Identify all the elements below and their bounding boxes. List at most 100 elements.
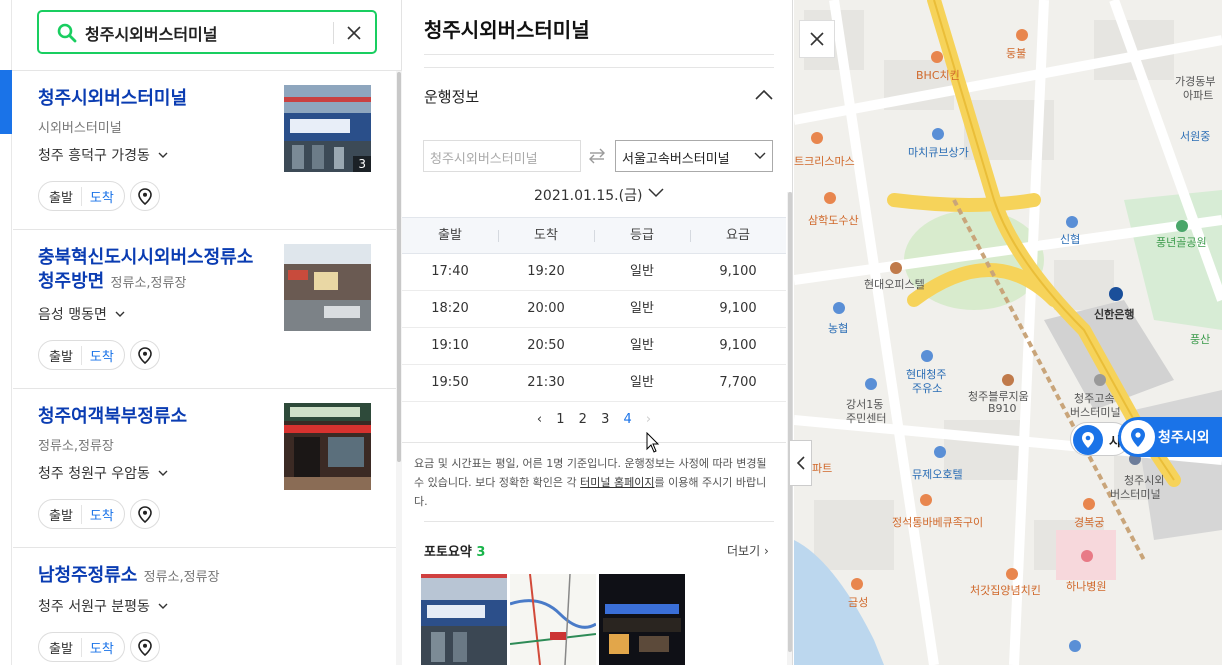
location-button[interactable] [130, 181, 160, 211]
map-label[interactable]: 마치큐브상가 [908, 144, 969, 160]
map-label[interactable]: 아파트 [1183, 87, 1213, 103]
search-box[interactable] [37, 10, 377, 54]
map-label[interactable]: 처갓집양념치킨 [970, 582, 1041, 598]
result-category: 정류소,정류장 [143, 570, 220, 585]
result-title[interactable]: 남청주정류소 정류소,정류장 [38, 564, 220, 590]
cell-grade: 일반 [630, 375, 654, 390]
map-label[interactable]: 서원중 [1180, 128, 1210, 144]
map-label[interactable]: 풍년골공원 [1156, 234, 1207, 250]
map-label[interactable]: 버스터미널 [1070, 404, 1121, 420]
route-pill[interactable]: 출발 도착 [38, 499, 125, 529]
close-detail-button[interactable] [799, 20, 835, 58]
section-title: 운행정보 [424, 88, 480, 106]
result-address[interactable]: 청주 서원구 분평동 [38, 596, 168, 616]
result-address[interactable]: 음성 맹동면 [38, 304, 125, 324]
map-label[interactable]: 정석통바베큐족구이 [892, 514, 983, 530]
departure-button[interactable]: 출발 [49, 187, 81, 206]
chevron-up-icon[interactable] [754, 88, 774, 102]
map-label[interactable]: 뮤제오호텔 [912, 466, 963, 482]
map-pin-icon [138, 638, 152, 656]
result-thumbnail[interactable]: 3 [284, 85, 371, 172]
map-label[interactable]: 파트 [812, 460, 832, 476]
photo-summary-count: 3 [476, 545, 486, 560]
result-title[interactable]: 충북혁신도시시외버스정류소 청주방면 정류소,정류장 [38, 246, 253, 296]
departure-button[interactable]: 출발 [49, 505, 81, 524]
map-label[interactable]: 둥불 [1006, 45, 1026, 61]
result-item-cheongju-intercity[interactable]: 청주시외버스터미널 시외버스터미널 청주 흥덕구 가경동 3 출발 도착 [13, 71, 396, 230]
map-label[interactable]: 하나병원 [1066, 578, 1106, 594]
chevron-down-icon[interactable] [648, 188, 664, 198]
detail-scrollbar-thumb[interactable] [788, 192, 792, 652]
result-thumbnail[interactable] [284, 403, 371, 490]
origin-field[interactable]: 청주시외버스터미널 [423, 140, 581, 172]
map-label[interactable]: 풍산 [1190, 331, 1210, 347]
result-item-cheongju-north[interactable]: 청주여객북부정류소 정류소,정류장 청주 청원구 우암동 출발 도착 [13, 389, 396, 548]
map-label[interactable]: 금성 [848, 594, 868, 610]
result-address[interactable]: 청주 흥덕구 가경동 [38, 145, 168, 165]
map-label[interactable]: BHC치킨 [916, 67, 960, 83]
result-title[interactable]: 청주여객북부정류소 [38, 405, 187, 429]
photo-count-badge: 3 [353, 156, 371, 172]
map-label[interactable]: 현대오피스텔 [864, 276, 925, 292]
search-input[interactable] [85, 20, 325, 46]
location-button[interactable] [130, 499, 160, 529]
map-label[interactable]: 신협 [1060, 231, 1080, 247]
arrival-button[interactable]: 도착 [80, 637, 114, 657]
next-page-icon[interactable]: › [646, 412, 651, 427]
divider [402, 442, 786, 443]
route-pill[interactable]: 출발 도착 [38, 340, 125, 370]
map-label[interactable]: 경복궁 [1074, 514, 1104, 530]
page-2[interactable]: 2 [579, 412, 587, 427]
destination-select[interactable]: 서울고속버스터미널 [615, 140, 773, 172]
results-scrollbar-thumb[interactable] [397, 72, 401, 462]
map-view[interactable]: 둥불 BHC치킨 가경동부 아파트 서원중 마치큐브상가 트크리스마스 삼학도수… [794, 0, 1222, 665]
page-4-current[interactable]: 4 [623, 412, 631, 427]
route-pill[interactable]: 출발 도착 [38, 181, 125, 211]
result-title-line2: 청주방면 [38, 271, 105, 292]
cell-depart: 17:40 [431, 264, 469, 279]
close-icon [810, 32, 824, 46]
page-3[interactable]: 3 [601, 412, 609, 427]
swap-icon[interactable] [587, 147, 607, 165]
photo-terminal[interactable] [421, 574, 507, 665]
page-1[interactable]: 1 [556, 412, 564, 427]
cell-arrive: 20:50 [527, 338, 565, 353]
result-item-chungbuk-innovation[interactable]: 충북혁신도시시외버스정류소 청주방면 정류소,정류장 음성 맹동면 출발 도착 [13, 230, 396, 389]
arrival-button[interactable]: 도착 [80, 345, 114, 365]
prev-page-icon[interactable]: ‹ [537, 412, 542, 427]
map-label[interactable]: 트크리스마스 [794, 153, 855, 169]
place-title: 청주시외버스터미널 [424, 18, 590, 42]
result-address[interactable]: 청주 청원구 우암동 [38, 463, 168, 483]
map-label[interactable]: B910 [988, 402, 1017, 415]
departure-button[interactable]: 출발 [49, 638, 81, 657]
photo-map[interactable] [510, 574, 596, 665]
nav-strip [0, 0, 12, 665]
cell-depart: 19:10 [431, 338, 469, 353]
departure-button[interactable]: 출발 [49, 346, 81, 365]
date-selector[interactable]: 2021.01.15.(금) [534, 185, 642, 205]
map-label[interactable]: 주민센터 [846, 410, 886, 426]
arrival-button[interactable]: 도착 [80, 186, 114, 206]
header-depart: 출발 [438, 228, 462, 243]
photo-night[interactable] [599, 574, 685, 665]
terminal-homepage-link[interactable]: 터미널 홈페이지 [580, 476, 654, 489]
clear-search-icon[interactable] [344, 23, 364, 43]
map-label[interactable]: 농협 [828, 320, 848, 336]
result-thumbnail[interactable] [284, 244, 371, 331]
map-label[interactable]: 신한은행 [1094, 306, 1134, 322]
map-label[interactable]: 주유소 [912, 380, 942, 396]
result-item-south-cheongju[interactable]: 남청주정류소 정류소,정류장 청주 서원구 분평동 출발 도착 [13, 548, 396, 665]
result-title[interactable]: 청주시외버스터미널 [38, 87, 187, 111]
map-label[interactable]: 삼학도수산 [808, 212, 859, 228]
selected-map-marker[interactable]: 청주시외 [1118, 417, 1222, 457]
collapse-panel-button[interactable] [790, 440, 812, 486]
arrival-button[interactable]: 도착 [80, 504, 114, 524]
route-pill[interactable]: 출발 도착 [38, 632, 125, 662]
cell-fare: 9,100 [719, 338, 757, 353]
location-button[interactable] [130, 632, 160, 662]
more-photos-link[interactable]: 더보기 › [727, 542, 769, 559]
photo-image [421, 574, 507, 665]
cell-arrive: 21:30 [527, 375, 565, 390]
location-button[interactable] [130, 340, 160, 370]
map-label[interactable]: 버스터미널 [1110, 486, 1161, 502]
